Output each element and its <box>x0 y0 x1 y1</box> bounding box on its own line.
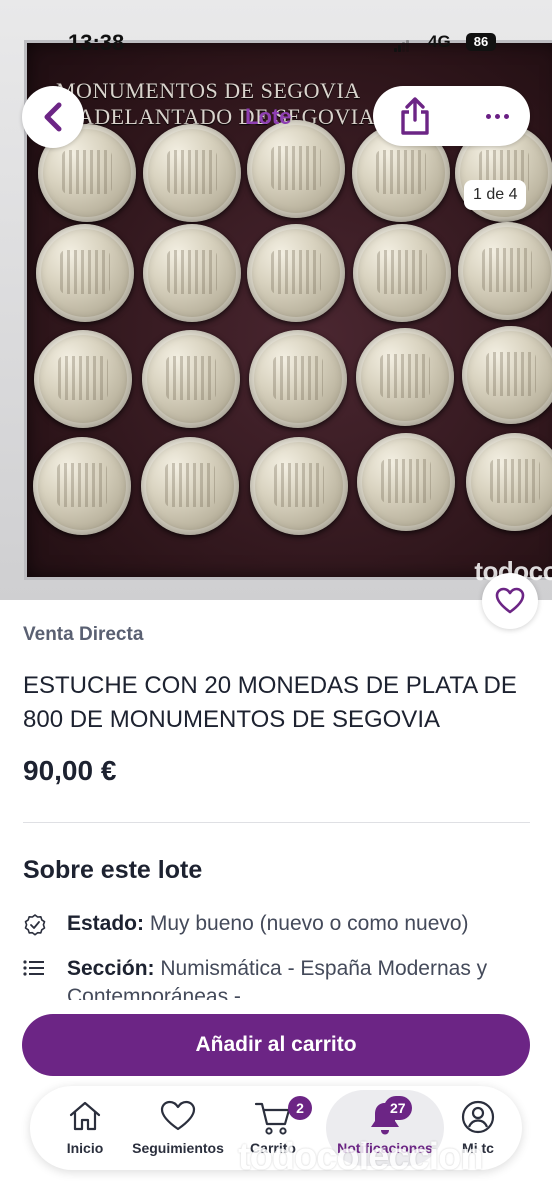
state-label: Estado: <box>67 912 145 935</box>
page-title: Lote <box>245 104 292 129</box>
coin <box>247 120 345 218</box>
nav-item-follows[interactable]: Seguimientos <box>126 1086 230 1170</box>
case-title-line1: MONUMENTOS DE SEGOVIA <box>56 78 361 103</box>
product-price: 90,00 € <box>23 755 117 786</box>
network-type: 4G <box>428 32 451 51</box>
coin <box>143 124 241 222</box>
coin <box>357 433 455 531</box>
user-icon <box>461 1100 495 1134</box>
coin <box>36 224 134 322</box>
heart-icon <box>160 1100 196 1131</box>
nav-label-follows: Seguimientos <box>132 1140 224 1156</box>
verified-badge-icon <box>24 914 46 936</box>
image-counter: 1 de 4 <box>464 180 527 210</box>
coin <box>247 224 345 322</box>
back-button[interactable] <box>22 86 84 148</box>
nav-label-home: Inicio <box>66 1140 104 1156</box>
heart-icon <box>495 587 525 614</box>
about-heading: Sobre este lote <box>23 856 203 884</box>
add-to-cart-button[interactable]: Añadir al carrito <box>22 1014 530 1076</box>
divider <box>23 822 530 823</box>
status-time: 13:38 <box>68 30 125 55</box>
battery-icon: 86 <box>466 33 496 51</box>
share-button[interactable] <box>393 94 437 138</box>
nav-item-home[interactable]: Inicio <box>50 1086 120 1170</box>
cart-badge: 2 <box>288 1096 312 1120</box>
state-row: Estado: Muy bueno (nuevo o como nuevo) <box>23 910 538 942</box>
share-icon <box>401 97 429 135</box>
coin <box>462 326 552 424</box>
site-watermark: todocoleccion <box>238 1136 484 1178</box>
signal-icon <box>394 40 410 52</box>
state-value: Muy bueno (nuevo o como nuevo) <box>149 912 469 935</box>
coin <box>458 222 552 320</box>
actions-pill <box>373 86 530 146</box>
favorite-button[interactable] <box>482 573 538 629</box>
cart-icon <box>254 1102 291 1135</box>
product-title: ESTUCHE CON 20 MONEDAS DE PLATA DE 800 D… <box>23 672 517 733</box>
status-bar: 13:38 4G 86 <box>0 30 552 60</box>
coin <box>353 224 451 322</box>
coin <box>34 330 132 428</box>
notifications-badge: 27 <box>384 1096 412 1120</box>
coin <box>33 437 131 535</box>
coin <box>141 437 239 535</box>
more-icon <box>485 113 509 119</box>
chevron-left-icon <box>44 102 62 132</box>
coin <box>250 437 348 535</box>
coin <box>249 330 347 428</box>
coin <box>142 330 240 428</box>
coin <box>143 224 241 322</box>
list-icon <box>23 960 44 976</box>
home-icon <box>69 1101 101 1131</box>
coin <box>356 328 454 426</box>
product-page: MONUMENTOS DE SEGOVIA EL ADELANTADO DE S… <box>0 0 552 1200</box>
sale-type: Venta Directa <box>23 624 144 645</box>
more-options-button[interactable] <box>477 96 517 136</box>
section-label: Sección: <box>67 957 155 980</box>
